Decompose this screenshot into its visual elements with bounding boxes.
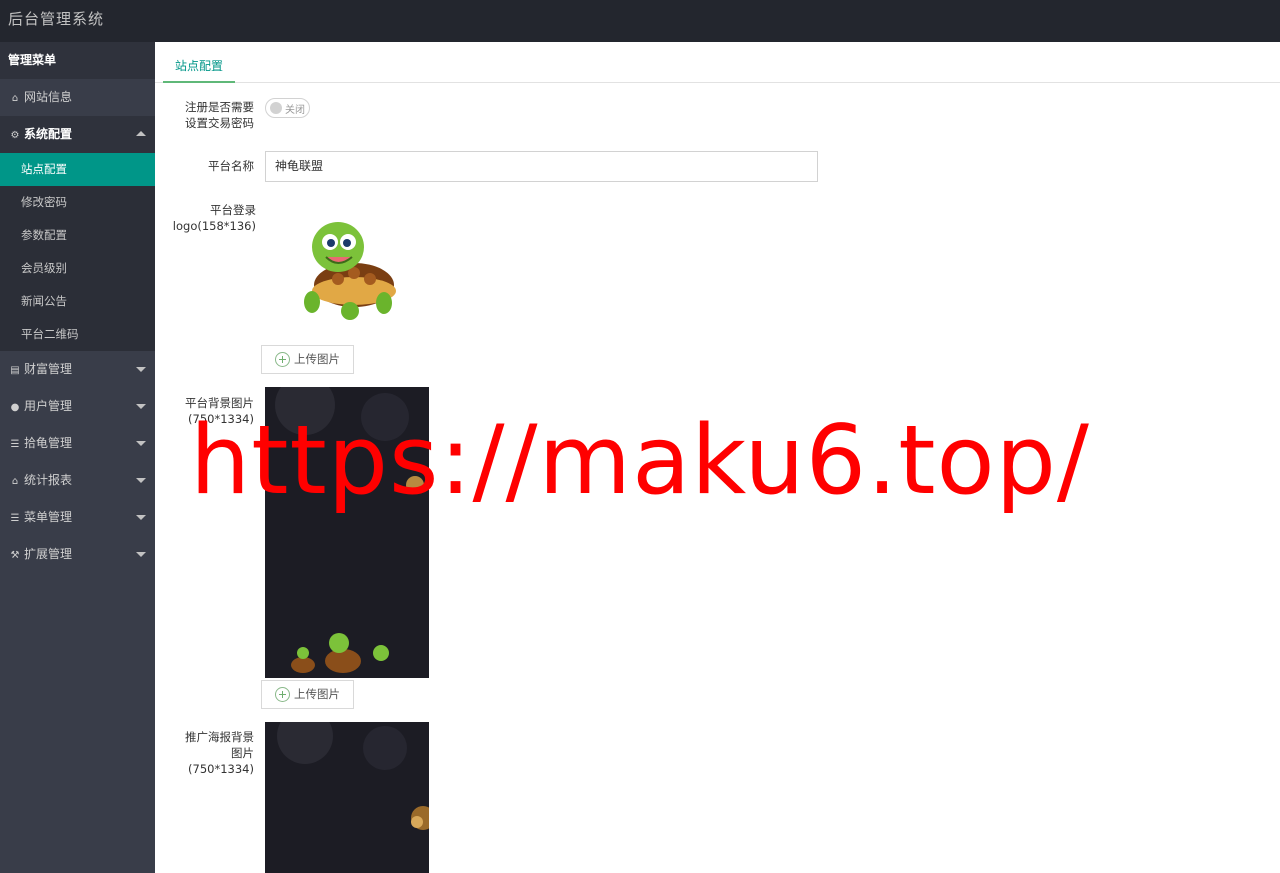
sidebar-item-label: 财富管理 [24, 362, 73, 376]
sidebar-subitem-change-password[interactable]: 修改密码 [0, 186, 155, 219]
sidebar-item-label: 菜单管理 [24, 510, 73, 524]
sidebar-item-label: 拾龟管理 [24, 436, 73, 450]
app-title: 后台管理系统 [8, 10, 105, 28]
sidebar-subitem-news[interactable]: 新闻公告 [0, 285, 155, 318]
chevron-down-icon [136, 441, 146, 446]
gears-icon: ⚙ [10, 130, 20, 141]
sidebar-item-turtle[interactable]: ☰ 拾龟管理 [0, 425, 155, 462]
sidebar-item-label: 网站信息 [24, 90, 73, 104]
sidebar-item-site-info[interactable]: ⌂ 网站信息 [0, 79, 155, 116]
watermark-text: https://maku6.top/ [190, 406, 1090, 516]
sidebar-item-label: 扩展管理 [24, 547, 73, 561]
sidebar-item-label: 统计报表 [24, 473, 73, 487]
plus-circle-icon [275, 352, 290, 367]
chevron-down-icon [136, 367, 146, 372]
sidebar-subitem-site-config[interactable]: 站点配置 [0, 153, 155, 186]
turtle-logo-image [304, 222, 396, 320]
register-trade-pwd-switch[interactable]: 关闭 [265, 98, 310, 118]
tab-bar: 站点配置 [155, 42, 1280, 83]
chevron-up-icon [136, 131, 146, 136]
upload-bg-button[interactable]: 上传图片 [261, 680, 354, 709]
users-icon: ● [10, 402, 20, 413]
sidebar-item-label: 系统配置 [24, 127, 73, 141]
sidebar-item-extensions[interactable]: ⚒ 扩展管理 [0, 536, 155, 573]
wrench-icon: ⚒ [10, 550, 20, 561]
sidebar-item-users[interactable]: ● 用户管理 [0, 388, 155, 425]
platform-name-input[interactable]: 神龟联盟 [265, 151, 818, 182]
sidebar-item-system-config[interactable]: ⚙ 系统配置 [0, 116, 155, 153]
promo-bg-image [265, 722, 429, 873]
tab-site-config[interactable]: 站点配置 [163, 53, 236, 83]
sidebar-subitem-member-level[interactable]: 会员级别 [0, 252, 155, 285]
platform-logo-label: 平台登录 logo(158*136) [172, 203, 256, 233]
promo-bg-label: 推广海报背景 图片 (750*1334) [185, 730, 254, 776]
submenu-system-config: 站点配置 修改密码 参数配置 会员级别 新闻公告 平台二维码 [0, 153, 155, 351]
sidebar: 管理菜单 ⌂ 网站信息 ⚙ 系统配置 站点配置 修改密码 参数配置 会员级别 新闻公… [0, 42, 155, 873]
upload-logo-button[interactable]: 上传图片 [261, 345, 354, 374]
home-icon: ⌂ [11, 476, 19, 487]
switch-state-label: 关闭 [285, 105, 305, 116]
money-icon: ▤ [10, 365, 20, 376]
upload-button-label: 上传图片 [294, 352, 340, 366]
sidebar-header: 管理菜单 [0, 42, 155, 79]
sidebar-item-label: 用户管理 [24, 399, 73, 413]
list-icon: ☰ [10, 439, 20, 450]
list-icon: ☰ [10, 513, 20, 524]
top-bar: 后台管理系统 [0, 0, 1280, 42]
sidebar-subitem-param-config[interactable]: 参数配置 [0, 219, 155, 252]
chevron-down-icon [136, 552, 146, 557]
switch-knob [270, 102, 282, 114]
chevron-down-icon [136, 515, 146, 520]
promo-bg-artwork [265, 722, 429, 873]
upload-button-label: 上传图片 [294, 687, 340, 701]
sidebar-item-wealth[interactable]: ▤ 财富管理 [0, 351, 155, 388]
chevron-down-icon [136, 478, 146, 483]
chevron-down-icon [136, 404, 146, 409]
plus-circle-icon [275, 687, 290, 702]
register-trade-pwd-label: 注册是否需要 设置交易密码 [185, 100, 254, 130]
home-icon: ⌂ [11, 93, 19, 104]
sidebar-item-reports[interactable]: ⌂ 统计报表 [0, 462, 155, 499]
platform-name-label: 平台名称 [208, 159, 254, 173]
sidebar-subitem-qrcode[interactable]: 平台二维码 [0, 318, 155, 351]
sidebar-item-menu[interactable]: ☰ 菜单管理 [0, 499, 155, 536]
